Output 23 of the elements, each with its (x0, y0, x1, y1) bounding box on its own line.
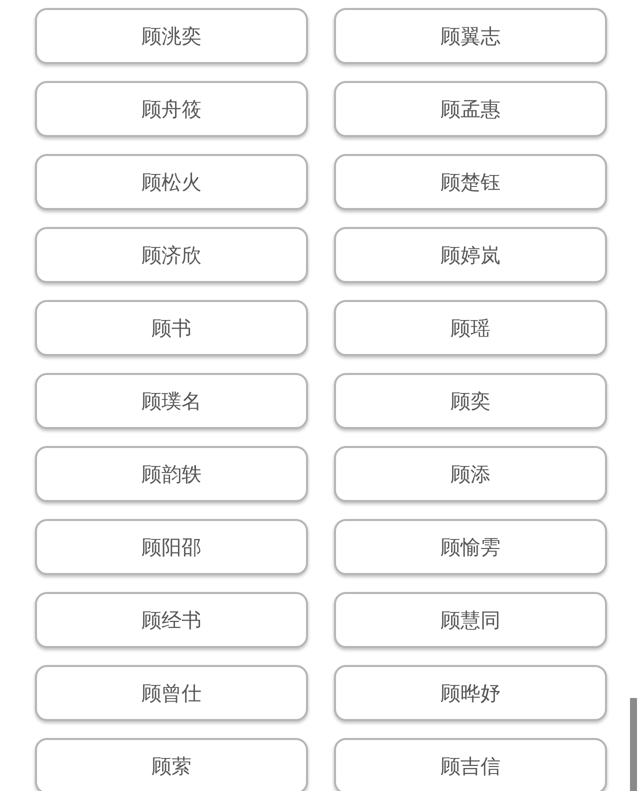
name-button[interactable]: 顾经书 (35, 592, 308, 648)
name-button[interactable]: 顾松火 (35, 154, 308, 210)
name-button[interactable]: 顾翼志 (334, 8, 607, 64)
name-button[interactable]: 顾慧同 (334, 592, 607, 648)
name-button[interactable]: 顾璞名 (35, 373, 308, 429)
name-button[interactable]: 顾吉信 (334, 738, 607, 791)
name-button[interactable]: 顾曾仕 (35, 665, 308, 721)
name-button[interactable]: 顾婷岚 (334, 227, 607, 283)
name-button[interactable]: 顾萦 (35, 738, 308, 791)
name-button[interactable]: 顾书 (35, 300, 308, 356)
name-button[interactable]: 顾奕 (334, 373, 607, 429)
scrollbar[interactable] (630, 698, 637, 791)
name-button[interactable]: 顾愉雱 (334, 519, 607, 575)
name-button[interactable]: 顾舟筱 (35, 81, 308, 137)
name-button[interactable]: 顾济欣 (35, 227, 308, 283)
name-button[interactable]: 顾洮奕 (35, 8, 308, 64)
name-button[interactable]: 顾瑶 (334, 300, 607, 356)
name-button[interactable]: 顾楚钰 (334, 154, 607, 210)
name-button[interactable]: 顾阳邵 (35, 519, 308, 575)
name-button[interactable]: 顾孟惠 (334, 81, 607, 137)
name-button[interactable]: 顾晔妤 (334, 665, 607, 721)
name-button[interactable]: 顾韵轶 (35, 446, 308, 502)
name-button[interactable]: 顾添 (334, 446, 607, 502)
